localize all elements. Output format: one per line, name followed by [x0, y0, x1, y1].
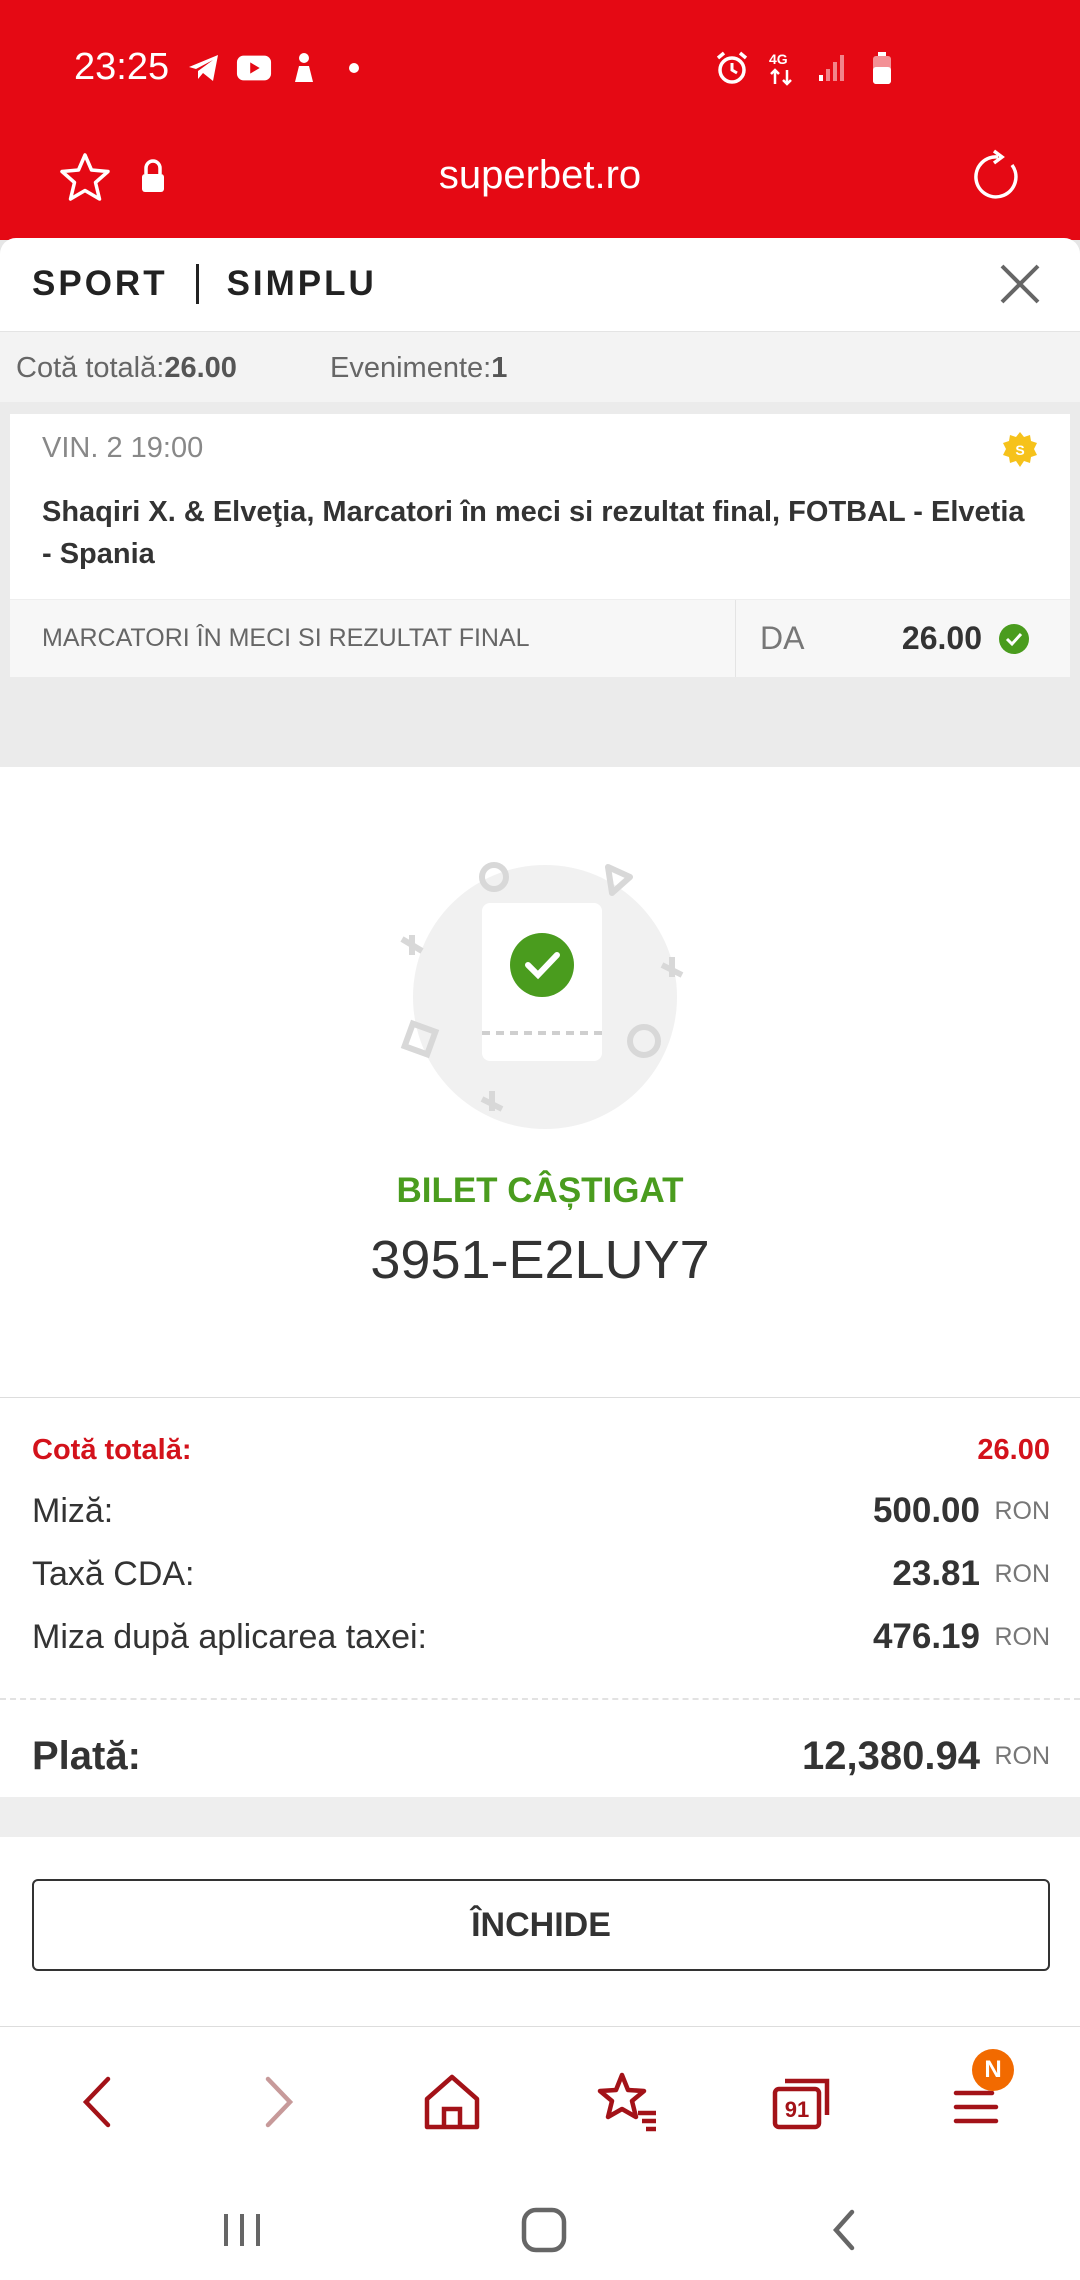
payout-row: Plată: 12,380.94 RON	[32, 1731, 1050, 1781]
title-divider	[195, 264, 199, 304]
dot-icon	[336, 50, 372, 86]
sport-label: SPORT	[32, 264, 168, 303]
event-card: VIN. 2 19:00 Shaqiri X. & Elveţia, Marca…	[10, 414, 1070, 677]
alarm-icon	[714, 50, 750, 86]
battery-icon	[864, 50, 900, 86]
event-market-row: MARCATORI ÎN MECI SI REZULTAT FINAL DA 2…	[10, 599, 1070, 677]
event-date: VIN. 2 19:00	[42, 432, 204, 464]
url-text[interactable]: superbet.ro	[0, 153, 1080, 198]
app-notification-icon	[286, 50, 322, 86]
net-stake-label: Miza după aplicarea taxei:	[32, 1617, 428, 1656]
net-stake-currency: RON	[994, 1622, 1050, 1651]
totals-divider	[0, 1698, 1080, 1700]
event-info: VIN. 2 19:00 Shaqiri X. & Elveţia, Marca…	[10, 414, 1070, 599]
svg-text:4G: 4G	[769, 51, 788, 67]
pick-odd: 26.00	[901, 620, 982, 656]
payout-value: 12,380.94	[802, 1733, 980, 1778]
svg-text:91: 91	[785, 2097, 809, 2122]
tax-label: Taxă CDA:	[32, 1554, 195, 1593]
net-stake-value: 476.19	[872, 1617, 980, 1656]
status-left-icons	[186, 50, 372, 86]
summary-odds: Cotă totală:26.00	[16, 352, 237, 384]
svg-text:S: S	[1015, 442, 1024, 458]
ticket-result: BILET CÂȘTIGAT 3951-E2LUY7	[0, 767, 1080, 1397]
bet-type-label: SIMPLU	[226, 264, 377, 303]
pick-label: DA	[760, 620, 805, 656]
sheet-header: SPORT SIMPLU	[0, 238, 1080, 332]
stake-currency: RON	[994, 1496, 1050, 1525]
total-odds-label: Cotă totală:	[32, 1433, 192, 1466]
home-icon[interactable]	[417, 2067, 487, 2137]
system-back-icon[interactable]	[816, 2202, 876, 2258]
section-gap	[0, 1797, 1080, 1837]
stake-row: Miză: 500.00 RON	[32, 1486, 1050, 1536]
menu-icon[interactable]: N	[944, 2049, 1014, 2137]
payout-currency: RON	[994, 1741, 1050, 1770]
back-icon[interactable]	[64, 2067, 134, 2137]
ticket-totals: Cotă totală: 26.00 Miză: 500.00 RON Taxă…	[0, 1397, 1080, 1797]
close-area: ÎNCHIDE	[0, 1837, 1080, 2003]
stake-value: 500.00	[872, 1491, 980, 1530]
market-pick: DA 26.00	[736, 600, 1070, 677]
sheet-title: SPORT SIMPLU	[32, 264, 377, 304]
status-time: 23:25	[74, 46, 170, 88]
close-ticket-button[interactable]: ÎNCHIDE	[32, 1879, 1050, 1971]
total-odds-value: 26.00	[977, 1433, 1050, 1466]
tax-row: Taxă CDA: 23.81 RON	[32, 1549, 1050, 1599]
menu-notification-badge: N	[972, 2049, 1014, 2091]
winning-ticket-illustration	[400, 862, 684, 1129]
event-list: VIN. 2 19:00 Shaqiri X. & Elveţia, Marca…	[0, 402, 1080, 767]
network-4g-icon: 4G	[764, 50, 800, 86]
super-odds-badge-icon: S	[1000, 430, 1040, 470]
stake-label: Miză:	[32, 1491, 114, 1530]
bookmarks-icon[interactable]	[592, 2067, 662, 2137]
status-right-icons: 4G	[714, 50, 900, 86]
system-nav-bar	[0, 2176, 1080, 2280]
bet-ticket-sheet: SPORT SIMPLU Cotă totală:26.00 Eveniment…	[0, 238, 1080, 2026]
ticket-summary-bar: Cotă totală:26.00 Evenimente:1	[0, 332, 1080, 402]
telegram-icon	[186, 50, 222, 86]
market-name: MARCATORI ÎN MECI SI REZULTAT FINAL	[10, 600, 736, 677]
summary-events: Evenimente:1	[330, 352, 508, 384]
forward-icon[interactable]	[242, 2067, 312, 2137]
net-stake-row: Miza după aplicarea taxei: 476.19 RON	[32, 1612, 1050, 1662]
status-bar: 23:25 4G	[0, 0, 1080, 135]
youtube-icon	[236, 50, 272, 86]
recent-apps-icon[interactable]	[212, 2202, 272, 2258]
signal-icon	[814, 50, 850, 86]
total-odds-row: Cotă totală: 26.00	[32, 1425, 1050, 1475]
event-title: Shaqiri X. & Elveţia, Marcatori în meci …	[42, 496, 1025, 570]
tax-currency: RON	[994, 1559, 1050, 1588]
home-button-icon[interactable]	[514, 2202, 574, 2258]
ticket-status: BILET CÂȘTIGAT	[396, 1171, 684, 1210]
top-bar: 23:25 4G superbet.ro	[0, 0, 1080, 240]
url-bar: superbet.ro	[0, 135, 1080, 240]
browser-bottom-bar: 91 N	[0, 2026, 1080, 2176]
payout-label: Plată:	[32, 1733, 141, 1778]
reload-icon[interactable]	[968, 149, 1024, 205]
check-circle-icon	[998, 623, 1030, 655]
tabs-icon[interactable]: 91	[767, 2067, 837, 2137]
ticket-code[interactable]: 3951-E2LUY7	[0, 1229, 1080, 1291]
close-icon[interactable]	[996, 260, 1044, 308]
tax-value: 23.81	[892, 1554, 980, 1593]
